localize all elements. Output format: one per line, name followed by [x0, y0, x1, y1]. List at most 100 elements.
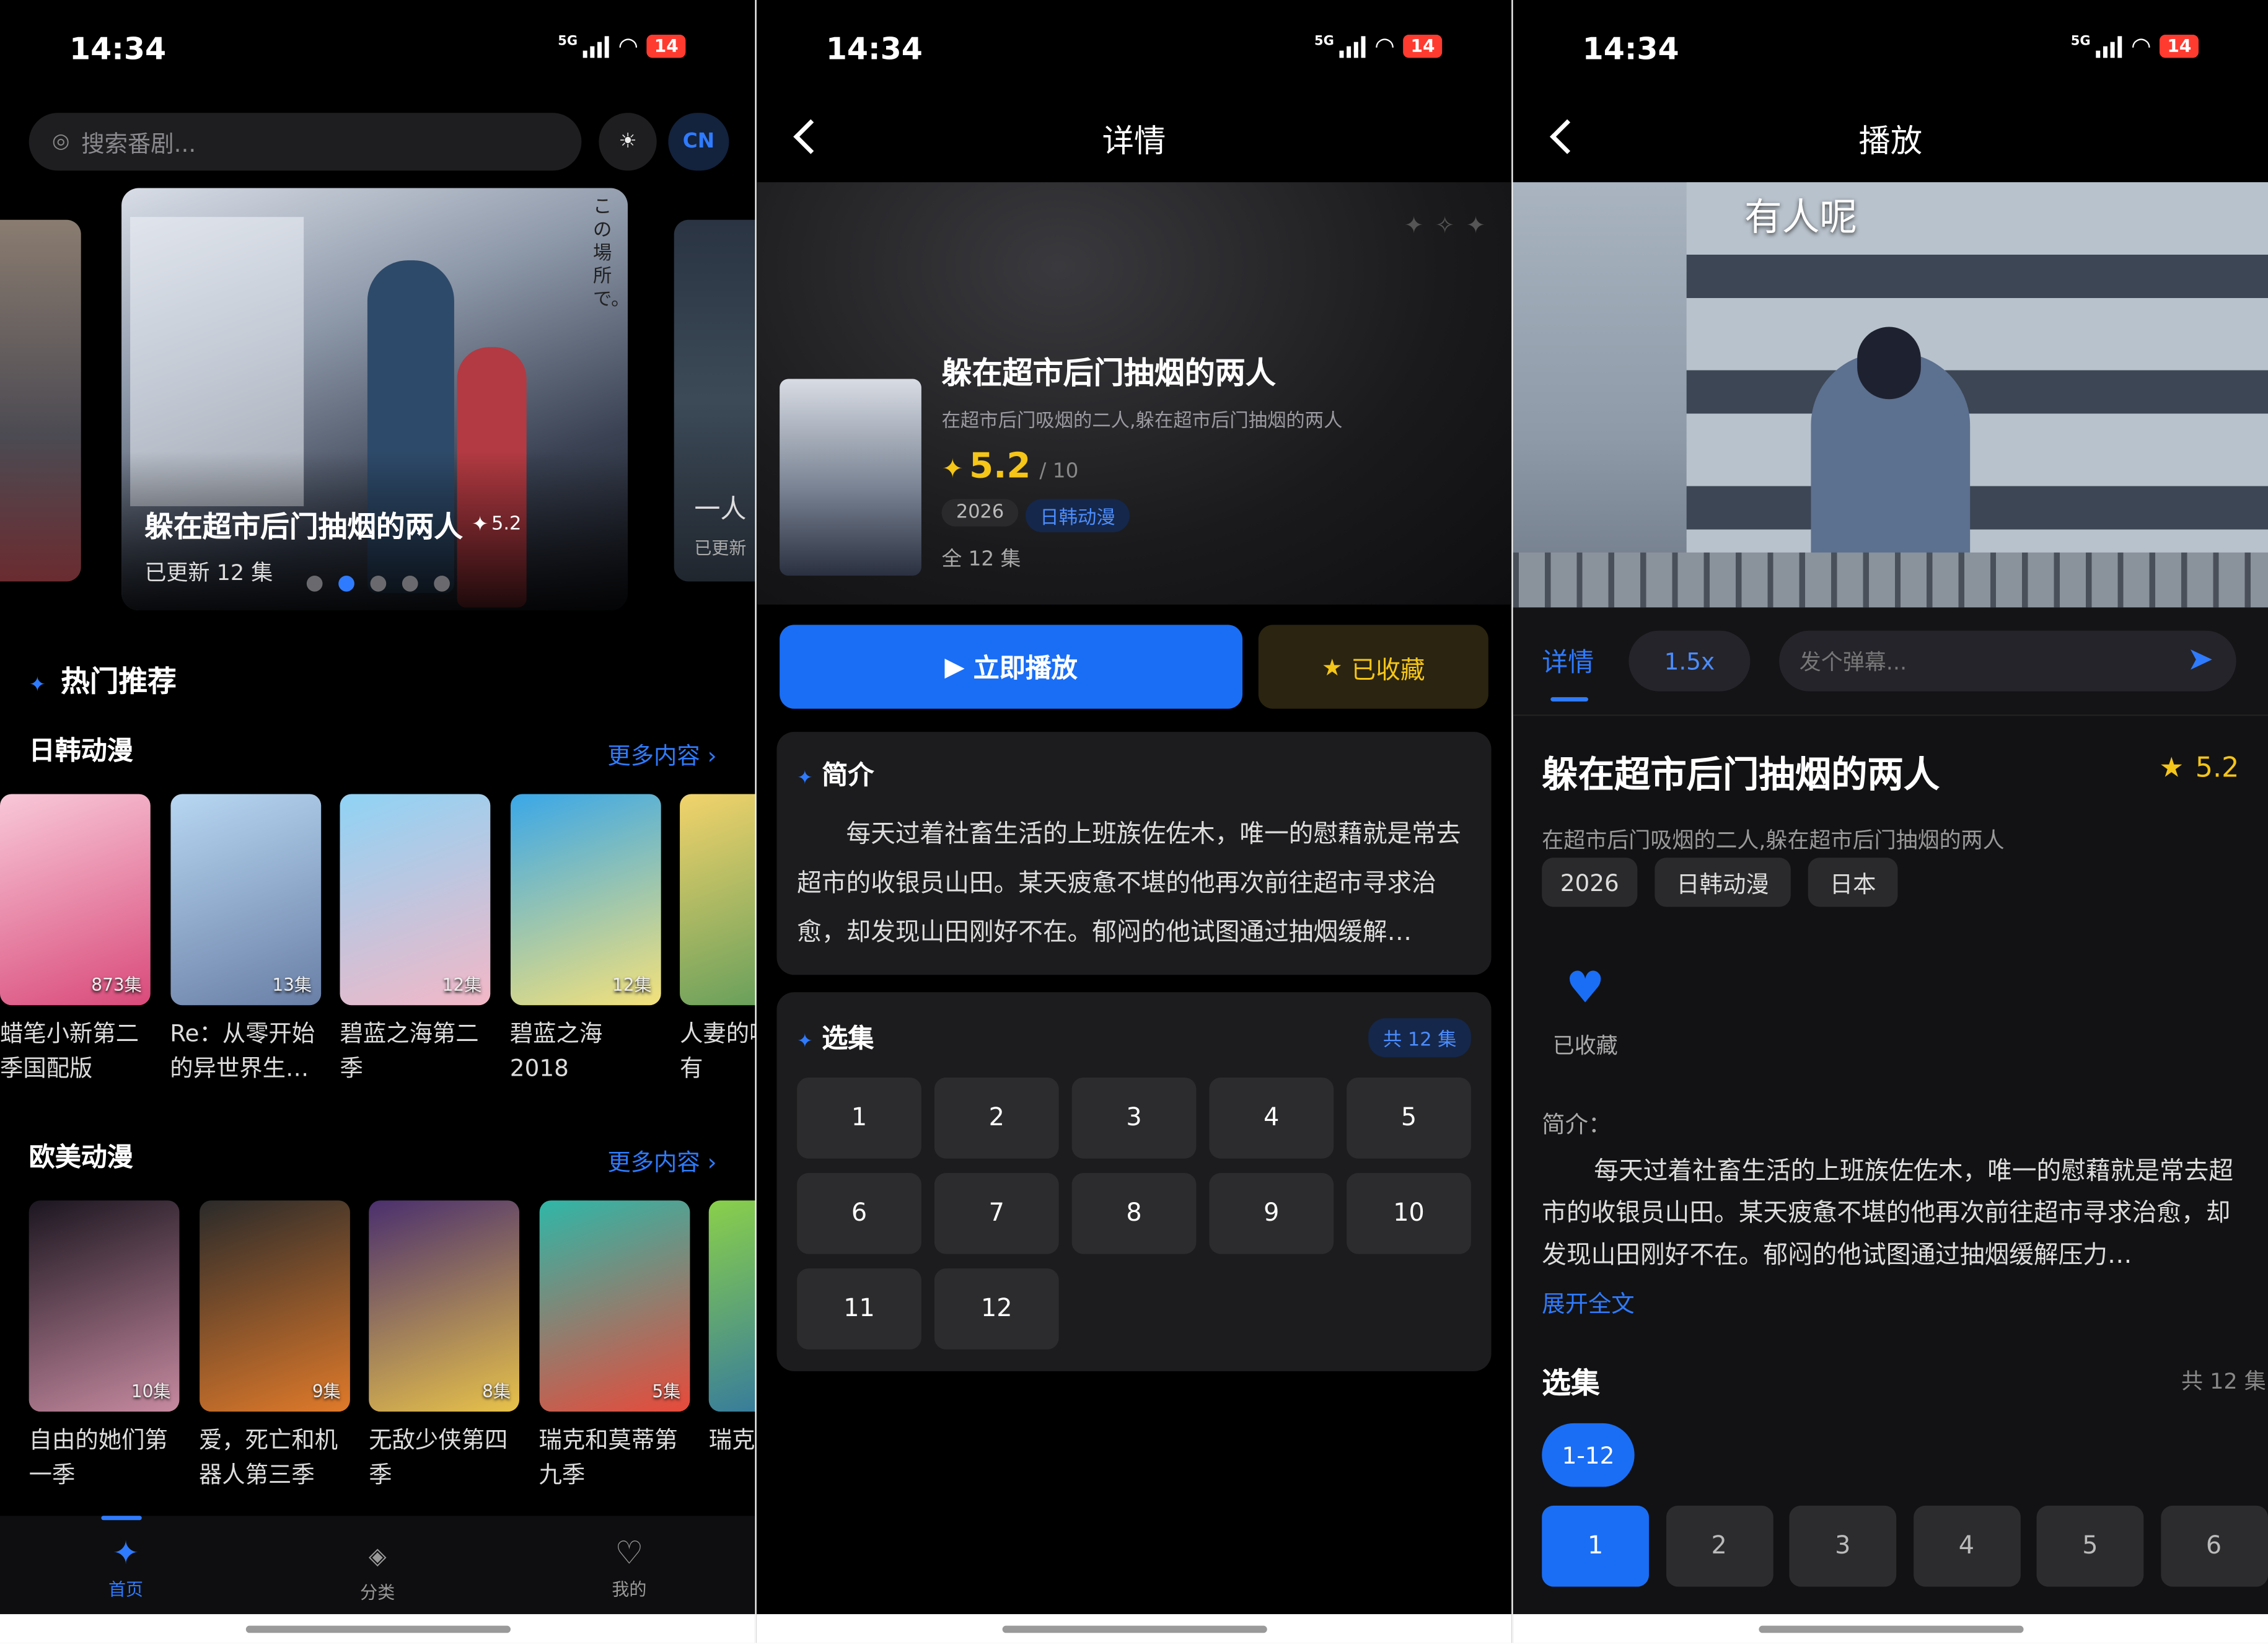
episode-button[interactable]: 5 [1347, 1077, 1471, 1159]
video-character-head [1857, 327, 1921, 400]
carousel-dot[interactable] [306, 576, 323, 592]
carousel-dot-active[interactable] [338, 576, 354, 592]
sparkle-decoration: ✦✧✦ [1404, 211, 1497, 239]
anime-cover-card[interactable]: 12集 [340, 794, 491, 1006]
detail-screen: 14:34 5G ◠ 14 详情 ✦✧✦ 躲在超市后门抽烟的两人 在超市后门吸烟… [756, 0, 1512, 1643]
anime-title[interactable]: 碧蓝之海第二季 [340, 1017, 491, 1086]
anime-title[interactable]: 自由的她们第一季 [29, 1423, 180, 1493]
play-now-button[interactable]: ▶ 立即播放 [780, 625, 1243, 709]
episode-button-active[interactable]: 1 [1542, 1505, 1649, 1587]
banner-prev-card[interactable] [0, 219, 81, 582]
episode-button[interactable]: 6 [797, 1173, 921, 1254]
episode-button[interactable]: 4 [1912, 1505, 2020, 1587]
language-button[interactable]: CN [668, 113, 729, 171]
carousel-dots[interactable] [306, 576, 450, 592]
speed-button[interactable]: 1.5x [1628, 630, 1751, 692]
search-placeholder: 搜索番剧... [81, 130, 196, 158]
episode-badge: 12集 [612, 975, 652, 995]
detail-rating-max: / 10 [1039, 460, 1079, 483]
anime-cover-card[interactable] [680, 794, 755, 1006]
diamond-icon: ✦ [29, 674, 46, 698]
theme-toggle-button[interactable]: ☀ [599, 113, 657, 171]
episode-badge: 9集 [312, 1381, 341, 1402]
signal-icon [2096, 35, 2123, 58]
home-screen: 14:34 5G ◠ 14 ◎ 搜索番剧... ☀ CN この場所で。 躲在超市… [0, 0, 755, 1643]
episode-button[interactable]: 3 [1789, 1505, 1897, 1587]
battery-level: 14 [2160, 35, 2199, 58]
intro-title: 简介 [822, 760, 874, 791]
anime-title[interactable]: 碧蓝之海2018 [510, 1017, 661, 1086]
banner-main-card[interactable]: この場所で。 躲在超市后门抽烟的两人 ✦ 5.2 已更新 12 集 [121, 188, 628, 611]
anime-cover-card[interactable]: 10集 [29, 1200, 180, 1412]
anime-cover-card[interactable]: 12集 [509, 794, 661, 1006]
network-label: 5G [558, 35, 578, 50]
page-title: 播放 [1858, 124, 1923, 161]
episode-count-badge: 共 12 集 [1368, 1018, 1471, 1058]
wifi-icon: ◠ [618, 32, 639, 59]
episode-button[interactable]: 2 [1665, 1505, 1773, 1587]
anime-title[interactable]: 人妻的嘴起来有 [680, 1017, 755, 1086]
range-tab[interactable]: 1-12 [1542, 1423, 1635, 1487]
episode-card: ✦ 选集 共 12 集 1 2 3 4 5 6 7 8 9 10 11 12 [776, 992, 1492, 1371]
category-tag: 日韩动漫 [1025, 499, 1130, 532]
banner-title: 躲在超市后门抽烟的两人 [144, 509, 463, 544]
anime-title[interactable]: 无敌少侠第四季 [369, 1423, 519, 1493]
tab-home[interactable]: ✦ 首页 [81, 1535, 171, 1601]
anime-title[interactable]: 瑞克和莫蒂第九季 [538, 1423, 689, 1493]
send-icon[interactable]: ➤ [2187, 642, 2213, 678]
sparkle-icon: ✦ [112, 1535, 139, 1573]
episode-count: 共 12 集 [2181, 1368, 2266, 1395]
episode-button[interactable]: 11 [797, 1268, 921, 1350]
episode-button[interactable]: 9 [1209, 1173, 1334, 1254]
favorite-button[interactable]: ★ 已收藏 [1258, 625, 1488, 709]
episode-button[interactable]: 12 [934, 1268, 1059, 1350]
signal-icon [583, 35, 610, 58]
episode-button[interactable]: 3 [1071, 1077, 1197, 1159]
expand-link[interactable]: 展开全文 [1542, 1285, 1634, 1319]
carousel-dot[interactable] [434, 576, 450, 592]
sun-icon: ☀ [618, 130, 637, 154]
carousel-dot[interactable] [402, 576, 418, 592]
anime-title[interactable]: 蜡笔小新第二季国配版 [0, 1017, 151, 1086]
favorite-toggle[interactable]: ♥ 已收藏 [1542, 965, 1628, 1060]
tab-category[interactable]: ◈ 分类 [333, 1542, 423, 1604]
banner-next-card[interactable]: 一人 已更新 [674, 219, 755, 582]
tab-detail[interactable]: 详情 [1542, 642, 1594, 702]
home-indicator [245, 1625, 511, 1633]
episode-button[interactable]: 10 [1347, 1173, 1471, 1254]
anime-cover-card[interactable]: 9集 [198, 1200, 349, 1412]
detail-alt-title: 在超市后门吸烟的二人,躲在超市后门抽烟的两人 [941, 410, 1343, 433]
anime-title[interactable]: Re：从零开始的异世界生… [170, 1017, 320, 1086]
episode-total: 全 12 集 [941, 548, 1021, 572]
episode-button[interactable]: 2 [934, 1077, 1059, 1159]
anime-title[interactable]: 爱，死亡和机器人第三季 [199, 1423, 349, 1493]
video-subtitle: 有人呢 [1744, 196, 1858, 240]
carousel-dot[interactable] [370, 576, 387, 592]
more-link[interactable]: 更多内容 › [607, 736, 716, 771]
anime-cover-card[interactable]: 13集 [170, 794, 321, 1006]
banner-next-updated: 已更新 [694, 538, 747, 559]
anime-cover-card[interactable]: 8集 [369, 1200, 519, 1412]
search-input[interactable]: ◎ 搜索番剧... [29, 113, 582, 171]
battery-level: 14 [647, 35, 686, 58]
episode-badge: 13集 [272, 975, 312, 995]
intro-text: 每天过着社畜生活的上班族佐佐木，唯一的慰藉就是常去超市的收银员山田。某天疲惫不堪… [797, 820, 1461, 947]
anime-title[interactable]: 瑞克和二季 [709, 1423, 755, 1458]
episode-button[interactable]: 6 [2160, 1505, 2267, 1587]
danmaku-input[interactable]: 发个弹幕... [1779, 630, 2236, 692]
episode-button[interactable]: 8 [1071, 1173, 1197, 1254]
home-indicator [1002, 1625, 1267, 1633]
episode-button[interactable]: 4 [1209, 1077, 1334, 1159]
anime-cover-card[interactable] [708, 1200, 755, 1412]
episode-button[interactable]: 1 [797, 1077, 921, 1159]
episode-button[interactable]: 7 [934, 1173, 1059, 1254]
video-player[interactable]: 有人呢 [1513, 182, 2268, 608]
detail-poster [780, 379, 921, 576]
tab-mine[interactable]: ♡ 我的 [584, 1538, 674, 1601]
anime-cover-card[interactable]: 5集 [538, 1200, 690, 1412]
episode-button[interactable]: 5 [2036, 1505, 2144, 1587]
episode-title: 选集 [1542, 1365, 1600, 1400]
anime-cover-card[interactable]: 873集 [0, 794, 151, 1006]
more-link[interactable]: 更多内容 › [607, 1143, 716, 1177]
star-icon: ✦ [471, 512, 489, 536]
